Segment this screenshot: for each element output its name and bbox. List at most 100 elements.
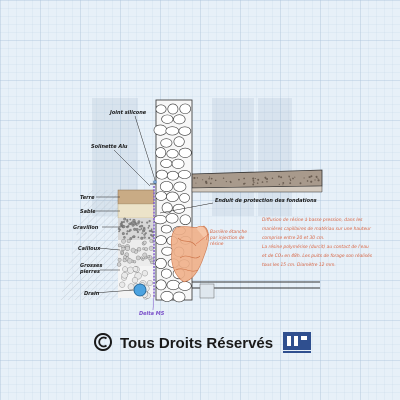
gravel-stone <box>125 226 128 228</box>
wall-stone <box>155 258 167 269</box>
gravel-stone <box>147 280 153 286</box>
note-line: tous les 15 cm. Diamètre 12 mm. <box>262 261 336 268</box>
wall-stone <box>178 281 192 291</box>
wall-stone <box>179 103 191 115</box>
gravel-stone <box>137 236 140 239</box>
gravel-stone <box>140 236 144 240</box>
gravel-stone <box>123 255 127 259</box>
gravel-stone <box>127 283 135 290</box>
slab-aggregate <box>222 177 225 179</box>
wall-stone <box>155 235 167 245</box>
wall-stone <box>160 291 174 302</box>
gravel-stone <box>117 258 122 262</box>
gravel-stone <box>135 228 139 232</box>
wall-stone <box>172 291 186 303</box>
wall-stone <box>160 224 172 234</box>
slab-aggregate <box>225 180 227 183</box>
wall-stone <box>178 126 192 136</box>
gravel-stone <box>127 266 134 274</box>
slab-aggregate <box>208 176 211 178</box>
gravel-stone <box>140 228 143 230</box>
gravel-stone <box>127 258 133 264</box>
gravel-stone <box>120 251 124 255</box>
gravel-stone <box>121 232 125 236</box>
slab-aggregate <box>299 182 302 185</box>
gravel-stone <box>119 222 123 226</box>
slab-aggregate <box>314 179 316 181</box>
slab-aggregate <box>306 180 309 182</box>
slab-aggregate <box>252 183 255 186</box>
gravel-stone <box>122 220 125 223</box>
slab-aggregate <box>208 178 210 180</box>
label-barriere-line2: par injection de <box>209 235 245 241</box>
wall-stone <box>171 158 185 169</box>
slab-aggregate <box>252 179 255 182</box>
slab-aggregate <box>317 177 319 179</box>
slab-aggregate <box>278 183 280 185</box>
slab-aggregate <box>282 184 284 186</box>
note-line: La résine polymérise (durcit) au contact… <box>262 243 369 250</box>
slab-aggregate <box>271 177 274 180</box>
gravel-stone <box>127 225 130 228</box>
wall-stone <box>165 213 179 224</box>
wall-stone <box>155 147 167 159</box>
gravel-stone <box>150 230 153 232</box>
gravel-stone <box>119 281 126 288</box>
gravel-stone <box>117 243 122 248</box>
slab-aggregate <box>195 182 197 184</box>
slab-aggregate <box>317 179 320 182</box>
gravel-stone <box>140 256 144 260</box>
slab-aggregate <box>214 179 217 182</box>
layer-terre <box>117 189 155 205</box>
gravel-stone <box>137 222 140 225</box>
slab-aggregate <box>256 182 259 184</box>
slab-aggregate <box>261 181 264 183</box>
wall-stone <box>179 214 191 226</box>
slab-aggregate <box>316 177 318 179</box>
gravel-stone <box>132 266 139 272</box>
gravel-stone <box>150 260 154 265</box>
slab-aggregate <box>254 177 256 180</box>
note-line: Diffusion de résine à basse pression, da… <box>262 216 363 223</box>
slab-aggregate <box>282 182 285 184</box>
slab-aggregate <box>243 177 246 180</box>
wall-stone <box>153 214 167 225</box>
gravel-stone <box>141 221 143 224</box>
gravel-stone <box>139 229 141 231</box>
slab-aggregate <box>289 182 292 185</box>
label-enduit: Enduit de protection des fondations <box>215 198 317 204</box>
slab-aggregate <box>252 177 255 180</box>
slab-aggregate <box>303 177 305 179</box>
gravel-stone <box>126 230 129 233</box>
gravel-stone <box>126 239 131 243</box>
wall-stone <box>165 126 179 136</box>
gravel-stone <box>147 255 150 259</box>
wall-stone <box>155 169 168 180</box>
gravel-stone <box>143 233 146 236</box>
wall-stone <box>155 191 167 201</box>
gravel-stone <box>128 230 131 233</box>
company-logo <box>283 332 311 353</box>
slab-aggregate <box>292 177 294 180</box>
slab-aggregate <box>289 178 291 180</box>
gravel-stone <box>144 232 147 235</box>
wall-stone <box>173 136 185 147</box>
gravel-stone <box>125 246 130 251</box>
gravel-stone <box>148 220 151 223</box>
note-line: manières capillaires de matériau sur une… <box>262 225 372 232</box>
slab-aggregate <box>266 181 268 183</box>
gravel-stone <box>147 227 150 229</box>
slab-aggregate <box>202 179 204 181</box>
layer-sable <box>117 203 155 219</box>
gravel-stone <box>122 266 128 272</box>
slab-aggregate <box>294 176 296 178</box>
gravel-stone <box>140 224 144 228</box>
gravel-stone <box>117 227 121 230</box>
floor-slab <box>191 169 323 193</box>
gravel-stone <box>136 247 142 252</box>
label-barriere-line3: résine <box>210 240 224 247</box>
wall-stone <box>161 246 174 256</box>
slab-aggregate <box>205 181 208 185</box>
note-line: comprise entre 20 et 30 cm. <box>262 235 325 241</box>
slab-aggregate <box>310 175 313 178</box>
